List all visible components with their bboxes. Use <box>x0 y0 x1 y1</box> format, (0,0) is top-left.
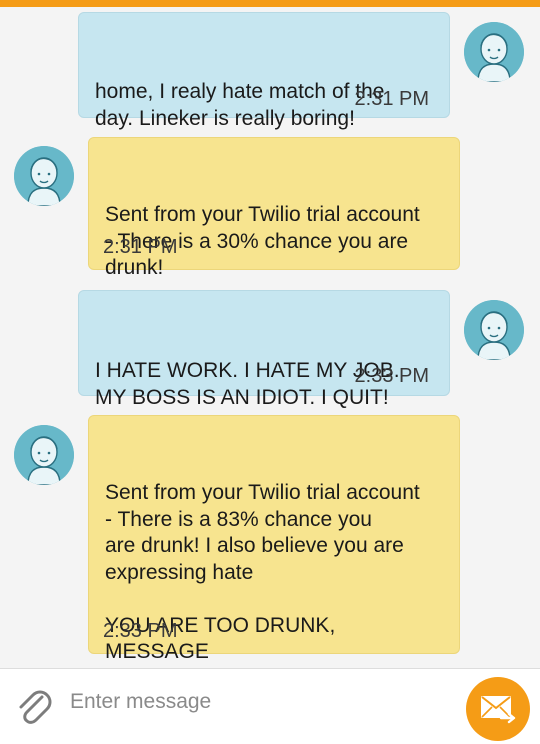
paperclip-icon[interactable] <box>14 685 52 727</box>
message-timestamp: 2:31 PM <box>103 236 178 258</box>
envelope-send-icon <box>481 696 516 724</box>
user-avatar-icon[interactable] <box>464 300 524 360</box>
top-status-strip <box>0 0 540 7</box>
user-avatar-icon[interactable] <box>464 22 524 82</box>
message-bubble-incoming[interactable]: Sent from your Twilio trial account - Th… <box>88 415 460 690</box>
message-timestamp: 2:33 PM <box>103 620 178 642</box>
message-composer <box>0 668 540 744</box>
user-avatar-icon[interactable] <box>14 146 74 206</box>
message-bubble-incoming[interactable]: Sent from your Twilio trial account - Th… <box>88 137 460 279</box>
message-bubble-outgoing[interactable]: home, I realy hate match of the day. Lin… <box>78 12 450 130</box>
message-text: Sent from your Twilio trial account - Th… <box>105 481 420 690</box>
message-bubble-outgoing[interactable]: I HATE WORK. I HATE MY JOB. MY BOSS IS A… <box>78 290 450 409</box>
message-timestamp: 2:31 PM <box>354 88 429 110</box>
send-button[interactable] <box>466 677 530 741</box>
message-timestamp: 2:33 PM <box>354 365 429 387</box>
message-input[interactable] <box>70 685 450 719</box>
user-avatar-icon[interactable] <box>14 425 74 485</box>
message-thread[interactable]: home, I realy hate match of the day. Lin… <box>0 7 540 690</box>
